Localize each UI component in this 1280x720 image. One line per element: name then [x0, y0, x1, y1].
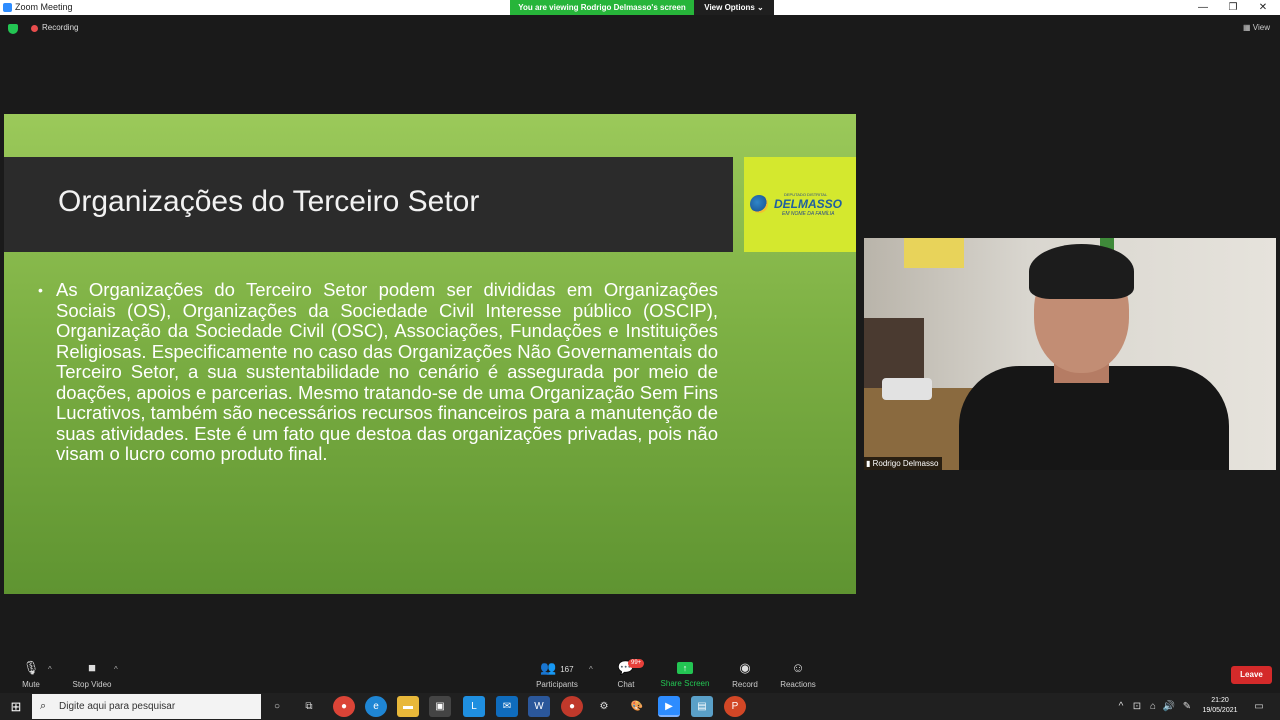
windows-start-icon[interactable]: ⊞	[0, 693, 32, 720]
view-grid-icon: ▦	[1243, 23, 1253, 32]
chat-label: Chat	[617, 680, 635, 689]
tray-volume-icon[interactable]: 🔊	[1162, 696, 1176, 717]
logo-globe-icon	[750, 195, 768, 213]
participant-name-tag: ▮ Rodrigo Delmasso	[864, 457, 943, 470]
view-label: View	[1252, 23, 1270, 32]
clock-date: 19/05/2021	[1202, 707, 1238, 714]
store-icon[interactable]: ▣	[429, 696, 451, 717]
bullet-icon: •	[38, 282, 43, 298]
meeting-topbar: Recording ▦ View	[0, 15, 1280, 43]
minimize-button[interactable]: —	[1188, 0, 1218, 15]
mail-icon[interactable]: ✉	[496, 696, 518, 717]
viewing-screen-banner: You are viewing Rodrigo Delmasso's scree…	[510, 0, 694, 15]
participants-button[interactable]: 👥 167 Participants	[530, 655, 584, 693]
mute-button[interactable]: 🎙 Mute	[14, 655, 48, 693]
share-screen-icon: ↑	[677, 662, 693, 674]
tray-chevron-up-icon[interactable]: ^	[1114, 696, 1128, 717]
recording-icon	[31, 25, 38, 32]
taskbar-clock[interactable]: 21:20 19/05/2021	[1198, 696, 1242, 716]
logo-subtitle: EM NOME DA FAMÍLIA	[782, 211, 835, 217]
chat-unread-badge: 99+	[628, 659, 645, 668]
zoom-taskbar-icon[interactable]: ▶	[658, 696, 680, 717]
search-icon: ⌕	[40, 700, 47, 712]
share-screen-label: Share Screen	[660, 679, 710, 688]
participants-options-caret-icon[interactable]: ^	[589, 665, 593, 674]
tray-wifi-icon[interactable]: ⌂	[1146, 696, 1160, 717]
clock-time: 21:20	[1211, 697, 1229, 704]
taskbar-search-input[interactable]: ⌕ Digite aqui para pesquisar	[32, 694, 261, 719]
close-button[interactable]: ✕	[1248, 0, 1278, 15]
slide-body-text: • As Organizações do Terceiro Setor pode…	[38, 279, 718, 465]
record-button[interactable]: ◉ Record	[728, 655, 762, 693]
stop-video-label: Stop Video	[72, 680, 112, 689]
view-options-label: View Options	[704, 3, 755, 12]
view-options-button[interactable]: View Options ⌄	[694, 0, 774, 15]
l-app-icon[interactable]: L	[463, 696, 485, 717]
paint-icon[interactable]: 🎨	[626, 696, 648, 717]
record-icon: ◉	[739, 660, 751, 675]
reactions-label: Reactions	[780, 680, 816, 689]
share-screen-button[interactable]: ↑ Share Screen	[658, 655, 712, 693]
security-shield-icon[interactable]	[8, 24, 18, 34]
meeting-toolbar: 🎙 Mute ^ ■ Stop Video ^ 👥 167 Participan…	[0, 655, 1280, 693]
video-flag-yellow	[904, 238, 964, 268]
tray-pen-icon[interactable]: ✎	[1180, 696, 1194, 717]
chrome-alt-icon[interactable]: ●	[561, 696, 583, 717]
leave-button[interactable]: Leave	[1231, 666, 1272, 684]
video-options-caret-icon[interactable]: ^	[114, 665, 118, 674]
powerpoint-icon[interactable]: P	[724, 696, 746, 717]
cortana-icon[interactable]: ○	[266, 696, 288, 717]
mute-options-caret-icon[interactable]: ^	[48, 665, 52, 674]
participant-name: Rodrigo Delmasso	[872, 459, 939, 468]
participants-count: 167	[560, 665, 574, 674]
reactions-button[interactable]: ☺ Reactions	[778, 655, 818, 693]
file-explorer-icon[interactable]: ▬	[397, 696, 419, 717]
notification-center-icon[interactable]: ▭	[1250, 696, 1268, 717]
slide-title: Organizações do Terceiro Setor	[58, 185, 480, 218]
record-label: Record	[732, 680, 758, 689]
video-person-hair	[1029, 244, 1134, 299]
chrome-icon[interactable]: ●	[333, 696, 355, 717]
windows-taskbar: ⊞ ⌕ Digite aqui para pesquisar ○ ⧉ ● e ▬…	[0, 693, 1280, 720]
window-title: Zoom Meeting	[15, 2, 73, 12]
tray-network-icon[interactable]: ⊡	[1130, 696, 1144, 717]
delmasso-logo: DEPUTADO DISTRITAL DELMASSO EM NOME DA F…	[744, 157, 856, 252]
participants-label: Participants	[536, 680, 578, 689]
view-button[interactable]: ▦ View	[1243, 23, 1270, 32]
settings-gear-icon[interactable]: ⚙	[593, 696, 615, 717]
signal-bars-icon: ▮	[866, 459, 873, 468]
slide-paragraph: As Organizações do Terceiro Setor podem …	[56, 279, 718, 464]
search-placeholder: Digite aqui para pesquisar	[59, 701, 176, 712]
edge-icon[interactable]: e	[365, 696, 387, 717]
logo-name: DELMASSO	[774, 197, 843, 211]
slide-header: Organizações do Terceiro Setor	[4, 157, 733, 252]
mute-label: Mute	[22, 680, 40, 689]
chevron-down-icon: ⌄	[757, 3, 764, 12]
stop-video-button[interactable]: ■ Stop Video	[66, 655, 118, 693]
word-icon[interactable]: W	[528, 696, 550, 717]
video-camera-icon: ■	[88, 660, 96, 675]
video-phone	[882, 378, 932, 400]
notepad-icon[interactable]: ▤	[691, 696, 713, 717]
maximize-button[interactable]: ❐	[1218, 0, 1248, 15]
participant-video[interactable]: ▮ Rodrigo Delmasso	[864, 238, 1276, 470]
microphone-icon: 🎙	[22, 660, 40, 675]
task-view-icon[interactable]: ⧉	[298, 696, 320, 717]
recording-label[interactable]: Recording	[42, 23, 78, 32]
smiley-plus-icon: ☺	[791, 660, 805, 675]
shared-screen-slide: Organizações do Terceiro Setor DEPUTADO …	[4, 114, 856, 594]
zoom-app-icon	[3, 3, 12, 12]
participants-icon: 👥 167	[540, 660, 574, 675]
